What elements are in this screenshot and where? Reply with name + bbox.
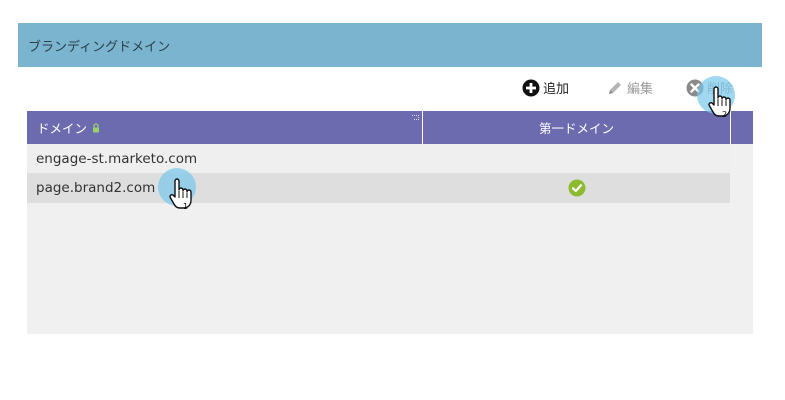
domain-cell: engage-st.marketo.com (36, 151, 198, 167)
column-resize-grip-icon[interactable] (411, 114, 421, 122)
hand-cursor-icon: 1 (169, 178, 192, 211)
column-header-domain-label: ドメイン (37, 121, 88, 136)
panel-header: ブランディングドメイン (18, 23, 762, 67)
table-row[interactable]: page.brand2.com (27, 173, 730, 203)
column-header-domain[interactable]: ドメイン (27, 111, 423, 144)
lock-icon (93, 122, 100, 132)
panel-title: ブランディングドメイン (28, 39, 171, 55)
pencil-icon (609, 81, 621, 94)
column-header-primary-label: 第一ドメイン (538, 121, 614, 136)
domain-cell: page.brand2.com (36, 180, 156, 196)
add-button[interactable]: 追加 (522, 78, 569, 97)
grid-header: ドメイン 第一ドメイン (27, 111, 753, 144)
edit-button[interactable]: 編集 (606, 78, 653, 97)
step-number: 2 (722, 110, 727, 119)
edit-label: 編集 (627, 82, 654, 97)
check-circle-icon (568, 179, 585, 197)
table-row[interactable]: engage-st.marketo.com (27, 144, 730, 174)
column-header-primary-domain[interactable]: 第一ドメイン (423, 111, 731, 144)
domains-grid: ドメイン 第一ドメイン engage-st.marketo.com page.b… (27, 111, 753, 334)
step-number: 1 (183, 202, 188, 211)
hand-cursor-icon: 2 (708, 86, 731, 119)
primary-cell (423, 179, 730, 197)
add-label: 追加 (543, 82, 570, 97)
plus-circle-icon (522, 79, 540, 96)
toolbar: 追加 編集 削除 (18, 74, 762, 104)
